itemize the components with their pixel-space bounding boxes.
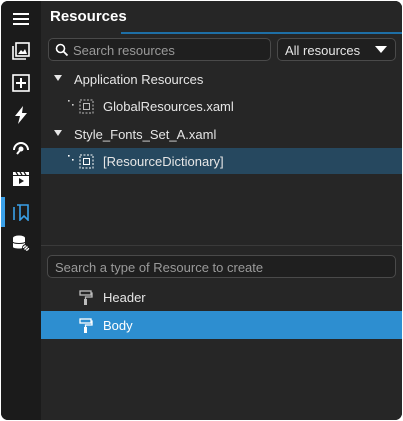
tree-connector-dots-icon — [68, 155, 74, 161]
gallery-button[interactable] — [1, 36, 41, 66]
actions-button[interactable] — [1, 100, 41, 130]
performance-button[interactable] — [1, 132, 41, 162]
expand-caret-icon[interactable] — [54, 75, 62, 81]
resources-button[interactable] — [1, 197, 41, 227]
gauge-icon — [13, 142, 29, 155]
tree-connector-dots-icon — [68, 100, 74, 106]
paint-roller-icon — [79, 318, 93, 333]
create-resource-search-box[interactable] — [47, 255, 396, 278]
paint-roller-icon — [79, 290, 93, 305]
panel-header: Resources — [41, 1, 402, 34]
resources-bookmark-icon — [13, 204, 29, 221]
resource-dictionary-icon — [79, 99, 94, 114]
menu-button[interactable] — [1, 4, 41, 34]
section-divider — [41, 245, 402, 246]
tree-node-label: [ResourceDictionary] — [103, 154, 224, 169]
resource-filter-dropdown[interactable]: All resources — [277, 38, 396, 61]
tree-node-label: Style_Fonts_Set_A.xaml — [74, 127, 217, 142]
resource-type-body[interactable]: Body — [41, 311, 402, 339]
tree-node-resource-dictionary[interactable]: [ResourceDictionary] — [41, 148, 402, 174]
add-box-icon — [12, 74, 30, 92]
resource-type-header[interactable]: Header — [41, 283, 402, 311]
filter-selected-value: All resources — [285, 43, 361, 58]
chevron-down-icon — [375, 46, 387, 53]
lightning-icon — [15, 106, 27, 124]
tree-node-label: Application Resources — [74, 72, 204, 87]
tree-node-label: GlobalResources.xaml — [103, 99, 234, 114]
tree-node-style-fonts-set-a[interactable]: Style_Fonts_Set_A.xaml — [41, 121, 402, 147]
search-input[interactable] — [73, 41, 263, 59]
search-box[interactable] — [48, 38, 271, 61]
hamburger-menu-icon — [13, 13, 29, 25]
media-button[interactable] — [1, 164, 41, 194]
resource-type-label: Header — [103, 290, 146, 305]
resource-dictionary-icon — [79, 154, 94, 169]
activity-bar — [1, 1, 41, 420]
database-link-icon — [12, 235, 30, 252]
tree-node-application-resources[interactable]: Application Resources — [41, 66, 402, 92]
resources-window: Resources All resources Application Reso… — [1, 1, 402, 420]
create-resource-search-input[interactable] — [55, 258, 385, 276]
resources-panel: Resources All resources Application Reso… — [41, 1, 402, 420]
tree-node-global-resources[interactable]: GlobalResources.xaml — [41, 93, 402, 119]
resource-type-label: Body — [103, 318, 133, 333]
gallery-icon — [12, 42, 30, 60]
add-button[interactable] — [1, 68, 41, 98]
panel-title: Resources — [50, 8, 127, 25]
search-icon — [55, 43, 69, 57]
data-button[interactable] — [1, 229, 41, 259]
expand-caret-icon[interactable] — [54, 130, 62, 136]
media-clapper-icon — [13, 171, 29, 186]
header-underline — [41, 32, 402, 34]
